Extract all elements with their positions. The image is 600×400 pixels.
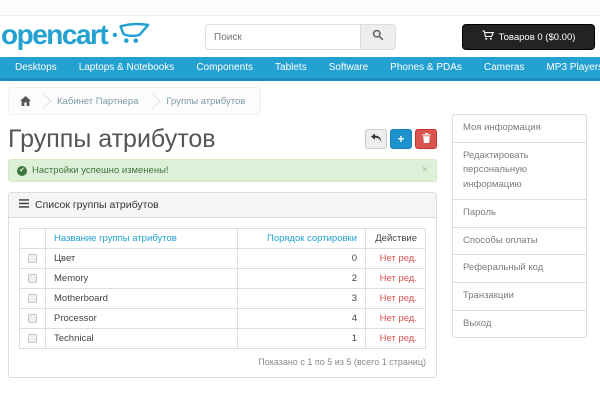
table-header-row: Название группы атрибутов Порядок сортир… (20, 229, 426, 249)
add-button[interactable]: + (390, 129, 412, 149)
search-button[interactable] (360, 24, 396, 50)
success-alert: ✔ Настройки успешно изменены! × (8, 159, 437, 182)
account-sidebar: Моя информация Редактировать персональну… (452, 114, 587, 338)
panel-heading: Список группы атрибутов (9, 193, 436, 218)
sort-order-cell: 4 (238, 309, 366, 329)
group-name-cell: Technical (46, 329, 238, 349)
row-checkbox[interactable] (28, 274, 37, 283)
sort-order-cell: 0 (238, 249, 366, 269)
nav-item-phones[interactable]: Phones & PDAs (379, 62, 473, 73)
sidebar-item-transactions[interactable]: Транзакции (453, 283, 586, 311)
nav-item-components[interactable]: Components (185, 62, 264, 73)
edit-link[interactable]: Нет ред. (366, 249, 426, 269)
edit-link[interactable]: Нет ред. (366, 329, 426, 349)
column-header-name[interactable]: Название группы атрибутов (46, 229, 238, 249)
nav-item-desktops[interactable]: Desktops (4, 62, 68, 73)
nav-item-tablets[interactable]: Tablets (264, 62, 318, 73)
content-area: Кабинет Партнера Группы атрибутов Группы… (0, 81, 600, 378)
attribute-groups-table: Название группы атрибутов Порядок сортир… (19, 228, 426, 349)
title-row: Группы атрибутов + (8, 126, 437, 152)
group-name-cell: Processor (46, 309, 238, 329)
list-icon (19, 199, 29, 211)
sort-order-cell: 3 (238, 289, 366, 309)
sidebar-item-logout[interactable]: Выход (453, 311, 586, 338)
row-checkbox[interactable] (28, 294, 37, 303)
toolbar: + (365, 129, 437, 152)
search-input[interactable] (205, 24, 360, 50)
cart-swoosh-icon (112, 22, 150, 49)
panel-body: Название группы атрибутов Порядок сортир… (9, 218, 436, 377)
pagination-summary: Показано с 1 по 5 из 5 (всего 1 страниц) (19, 357, 426, 367)
cart-total-label: Товаров 0 ($0.00) (499, 32, 576, 43)
select-all-header (20, 229, 46, 249)
group-name-cell: Memory (46, 269, 238, 289)
group-name-cell: Motherboard (46, 289, 238, 309)
nav-item-laptops[interactable]: Laptops & Notebooks (68, 62, 186, 73)
cart-total-button[interactable]: Товаров 0 ($0.00) (462, 24, 595, 50)
sidebar-item-password[interactable]: Пароль (453, 200, 586, 228)
main-nav: Desktops Laptops & Notebooks Components … (0, 57, 600, 81)
site-header: opencart Товаров 0 ($0.00) (0, 16, 600, 57)
table-row: Цвет 0 Нет ред. (20, 249, 426, 269)
top-strip (0, 0, 600, 16)
sort-order-cell: 1 (238, 329, 366, 349)
sidebar-item-payment-methods[interactable]: Способы оплаты (453, 228, 586, 256)
breadcrumb: Кабинет Партнера Группы атрибутов (8, 87, 261, 115)
back-button[interactable] (365, 129, 387, 149)
sidebar-item-my-info[interactable]: Моя информация (453, 115, 586, 143)
edit-link[interactable]: Нет ред. (366, 269, 426, 289)
search-icon (372, 28, 384, 46)
home-icon (20, 93, 31, 110)
attribute-groups-panel: Список группы атрибутов Название группы … (8, 192, 437, 378)
panel-heading-label: Список группы атрибутов (35, 199, 159, 211)
alert-close-icon[interactable]: × (422, 165, 428, 176)
column-header-sort-order[interactable]: Порядок сортировки (238, 229, 366, 249)
main-column: Кабинет Партнера Группы атрибутов Группы… (8, 87, 437, 378)
breadcrumb-attribute-groups[interactable]: Группы атрибутов (153, 90, 258, 113)
nav-item-software[interactable]: Software (318, 62, 379, 73)
cart-icon (482, 30, 494, 44)
group-name-cell: Цвет (46, 249, 238, 269)
breadcrumb-partner-cabinet[interactable]: Кабинет Партнера (44, 90, 151, 113)
table-row: Motherboard 3 Нет ред. (20, 289, 426, 309)
alert-text: Настройки успешно изменены! (32, 165, 169, 176)
row-checkbox[interactable] (28, 334, 37, 343)
row-checkbox[interactable] (28, 254, 37, 263)
nav-item-cameras[interactable]: Cameras (473, 62, 536, 73)
check-circle-icon: ✔ (17, 166, 27, 176)
row-checkbox[interactable] (28, 314, 37, 323)
page-title: Группы атрибутов (8, 126, 216, 152)
nav-item-mp3[interactable]: MP3 Players (535, 62, 600, 73)
sidebar-item-referral-code[interactable]: Реферальный код (453, 255, 586, 283)
sort-order-cell: 2 (238, 269, 366, 289)
edit-link[interactable]: Нет ред. (366, 289, 426, 309)
opencart-logo[interactable]: opencart (1, 21, 150, 49)
search-bar (205, 24, 396, 50)
undo-arrow-icon (370, 132, 382, 146)
trash-icon (422, 132, 431, 146)
table-row: Memory 2 Нет ред. (20, 269, 426, 289)
table-row: Technical 1 Нет ред. (20, 329, 426, 349)
delete-button[interactable] (415, 129, 437, 149)
sidebar-item-edit-info[interactable]: Редактировать персональную информацию (453, 143, 586, 200)
table-row: Processor 4 Нет ред. (20, 309, 426, 329)
plus-icon: + (397, 132, 404, 146)
edit-link[interactable]: Нет ред. (366, 309, 426, 329)
column-header-action: Действие (366, 229, 426, 249)
logo-text: opencart (1, 21, 107, 49)
